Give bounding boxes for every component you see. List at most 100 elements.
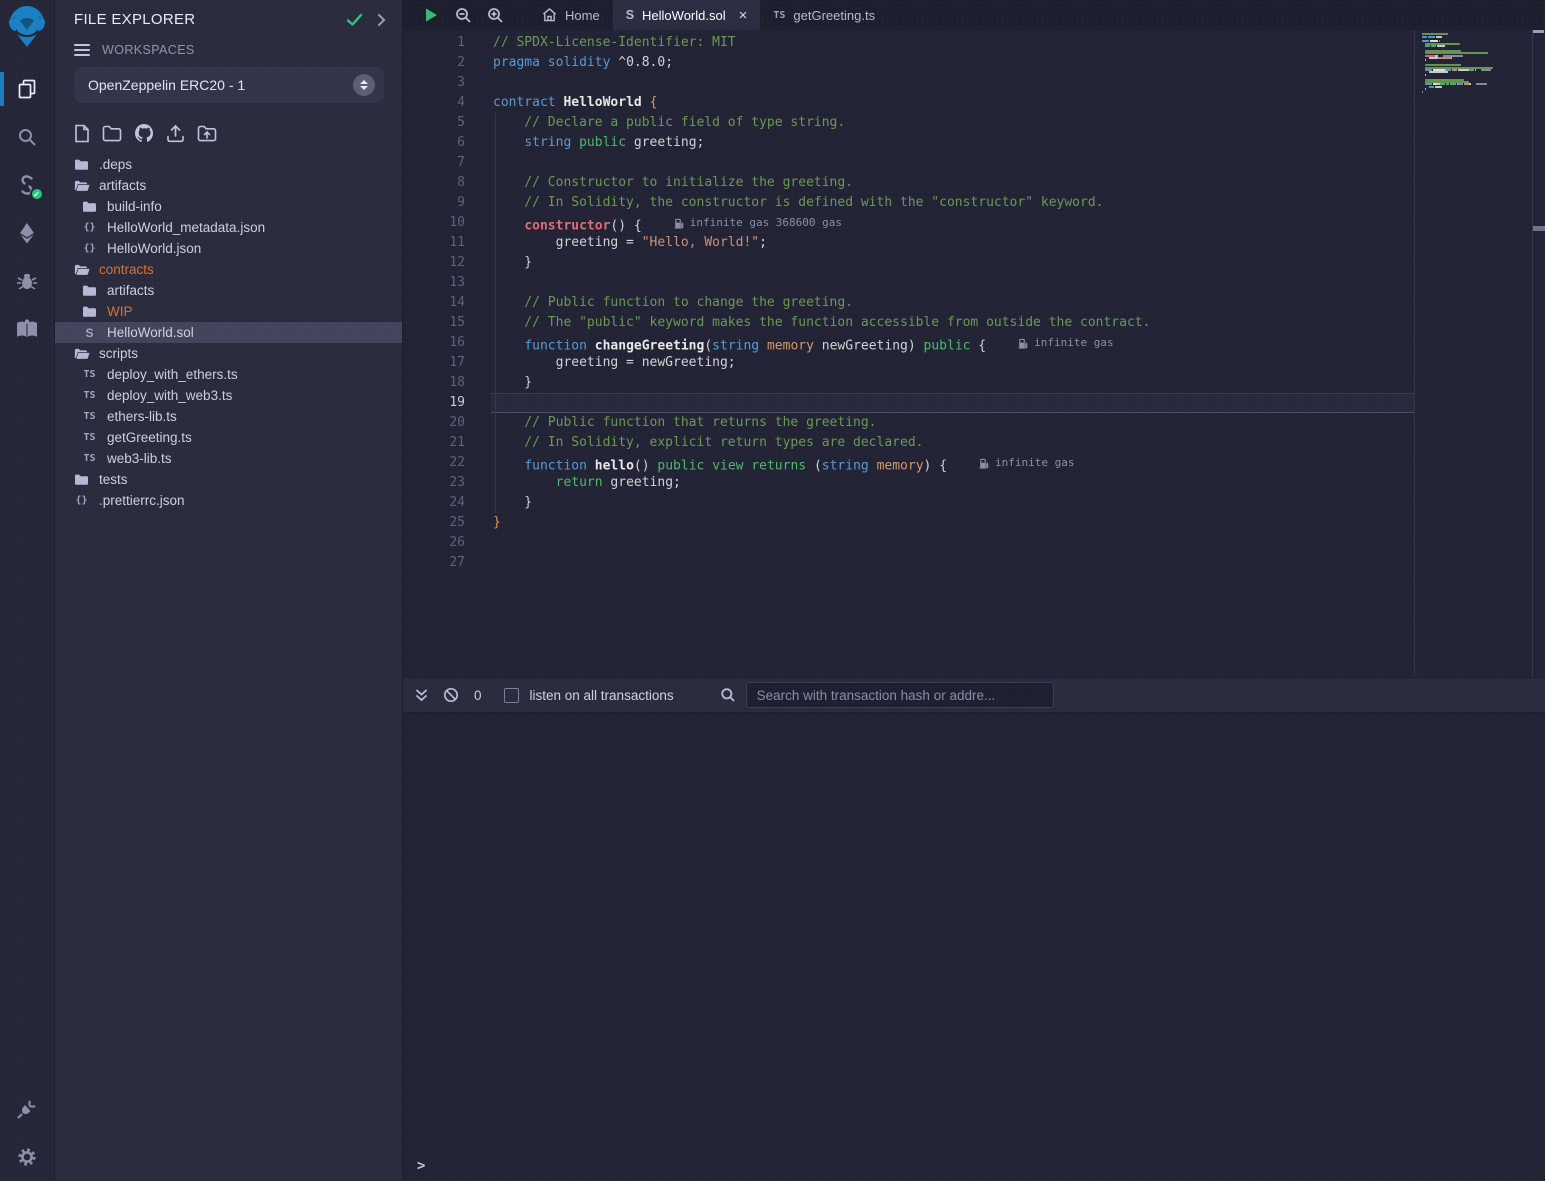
sidebar-icon-solidity-compiler[interactable]: ✓ <box>0 161 55 209</box>
code-token: ( <box>806 459 822 474</box>
line-number: 4 <box>403 93 465 113</box>
line-number: 9 <box>403 193 465 213</box>
code-editor[interactable]: 1234567891011121314151617181920212223242… <box>403 30 1545 677</box>
tree-item-artifacts[interactable]: artifacts <box>55 175 402 196</box>
tree-item-artifacts[interactable]: artifacts <box>55 280 402 301</box>
line-number: 14 <box>403 293 465 313</box>
tree-item-helloworld-sol[interactable]: SHelloWorld.sol <box>55 322 402 343</box>
tree-item-deploy-with-web3-ts[interactable]: TSdeploy_with_web3.ts <box>55 385 402 406</box>
code-token: greeting = newGreeting; <box>493 355 736 370</box>
editor-and-terminal: HomeSHelloWorld.sol×TSgetGreeting.ts 123… <box>403 0 1545 1181</box>
workspaces-menu-icon[interactable] <box>74 44 90 56</box>
zoom-in-icon[interactable] <box>479 0 511 30</box>
scrollbar-slider[interactable] <box>1533 30 1544 33</box>
home-icon <box>542 8 557 22</box>
tree-item--deps[interactable]: .deps <box>55 154 402 175</box>
line-number: 24 <box>403 493 465 513</box>
code-token: pragma <box>493 55 540 70</box>
tree-item-helloworld-metadata-json[interactable]: {} HelloWorld_metadata.json <box>55 217 402 238</box>
sidebar-icon-plugin-manager[interactable] <box>0 1085 55 1133</box>
tree-item-deploy-with-ethers-ts[interactable]: TSdeploy_with_ethers.ts <box>55 364 402 385</box>
code-token <box>493 459 524 474</box>
code-token: () <box>634 459 657 474</box>
folder-open-icon <box>73 179 90 192</box>
folder-closed-icon <box>81 200 98 213</box>
code-token: function <box>524 339 587 354</box>
code-line: function hello() public view returns (st… <box>493 453 1414 473</box>
code-token <box>704 459 712 474</box>
sidebar-icon-search[interactable] <box>0 113 55 161</box>
upload-file-icon[interactable] <box>166 124 185 143</box>
code-token: changeGreeting <box>595 339 705 354</box>
gas-estimate-decoration: infinite gas 368600 gas <box>674 213 842 233</box>
close-tab-icon[interactable]: × <box>739 8 748 23</box>
code-token: greeting; <box>603 475 681 490</box>
tree-item-contracts[interactable]: contracts <box>55 259 402 280</box>
tree-item-label: ethers-lib.ts <box>107 409 177 424</box>
code-token: solidity <box>548 55 611 70</box>
code-token <box>493 339 524 354</box>
expand-terminal-icon[interactable] <box>414 688 429 703</box>
remix-logo-icon[interactable] <box>4 3 50 51</box>
tab-helloworld-sol[interactable]: SHelloWorld.sol× <box>613 0 761 30</box>
code-line <box>493 533 1414 553</box>
tree-item-web3-lib-ts[interactable]: TSweb3-lib.ts <box>55 448 402 469</box>
code-line: greeting = "Hello, World!"; <box>493 233 1414 253</box>
sidebar-icon-deploy-and-run[interactable] <box>0 209 55 257</box>
tree-item-ethers-lib-ts[interactable]: TS ethers-lib.ts <box>55 406 402 427</box>
terminal-output[interactable]: > <box>403 712 1545 1181</box>
tree-item-scripts[interactable]: scripts <box>55 343 402 364</box>
line-number: 27 <box>403 553 465 573</box>
file-explorer-panel: FILE EXPLORER WORKSPACES OpenZeppelin ER… <box>55 0 403 1181</box>
editor-tab-bar: HomeSHelloWorld.sol×TSgetGreeting.ts <box>403 0 1545 30</box>
sidebar-icon-debugger[interactable] <box>0 257 55 305</box>
expand-panel-chevron-icon[interactable] <box>377 13 386 27</box>
new-folder-icon[interactable] <box>102 125 122 142</box>
folder-closed-icon <box>81 284 98 297</box>
run-script-button[interactable] <box>415 0 447 30</box>
tab-getgreeting-ts[interactable]: TSgetGreeting.ts <box>760 0 888 30</box>
transaction-count: 0 <box>474 688 482 703</box>
code-line <box>493 273 1414 293</box>
minimap[interactable] <box>1422 33 1510 98</box>
sidebar-icon-learn[interactable] <box>0 305 55 353</box>
listen-transactions-checkbox[interactable] <box>504 688 519 703</box>
tree-item-build-info[interactable]: build-info <box>55 196 402 217</box>
code-token: public <box>579 135 626 150</box>
tree-item-label: HelloWorld.json <box>107 241 201 256</box>
zoom-out-icon[interactable] <box>447 0 479 30</box>
code-token: newGreeting) <box>814 339 924 354</box>
new-file-icon[interactable] <box>74 124 90 143</box>
json-file-icon: {} <box>81 243 98 254</box>
code-content[interactable]: // SPDX-License-Identifier: MIT pragma so… <box>493 33 1414 573</box>
upload-folder-icon[interactable] <box>197 125 217 142</box>
json-file-icon: {} <box>81 222 98 233</box>
tree-item-helloworld-json[interactable]: {} HelloWorld.json <box>55 238 402 259</box>
tree-item-tests[interactable]: tests <box>55 469 402 490</box>
terminal-search-icon <box>720 687 736 703</box>
clone-github-icon[interactable] <box>134 123 154 143</box>
tree-item-wip[interactable]: WIP <box>55 301 402 322</box>
clear-console-icon[interactable] <box>443 687 459 703</box>
typescript-file-icon: TS <box>81 411 98 422</box>
line-number: 19 <box>403 393 465 413</box>
tree-item-getgreeting-ts[interactable]: TSgetGreeting.ts <box>55 427 402 448</box>
gas-estimate-decoration: infinite gas <box>1018 333 1113 353</box>
workspace-select[interactable]: OpenZeppelin ERC20 - 1 <box>74 67 384 103</box>
tree-item-label: artifacts <box>99 178 146 193</box>
transaction-search-input[interactable] <box>746 682 1054 708</box>
code-token: ; <box>759 235 767 250</box>
tree-item-label: HelloWorld_metadata.json <box>107 220 265 235</box>
tab-home[interactable]: Home <box>529 0 613 30</box>
code-token: // Public function to change the greetin… <box>493 295 853 310</box>
line-number: 8 <box>403 173 465 193</box>
code-token: // SPDX-License-Identifier: MIT <box>493 35 736 50</box>
sidebar-icon-settings[interactable] <box>0 1133 55 1181</box>
sidebar-icon-file-explorer[interactable] <box>0 65 55 113</box>
tree-item--prettierrc-json[interactable]: {}.prettierrc.json <box>55 490 402 511</box>
code-token: public <box>657 459 704 474</box>
line-number: 3 <box>403 73 465 93</box>
confirm-check-icon[interactable] <box>346 13 363 27</box>
code-token: string <box>822 459 869 474</box>
file-tree: .deps artifacts build-info {} HelloWorld_met… <box>55 152 402 1181</box>
